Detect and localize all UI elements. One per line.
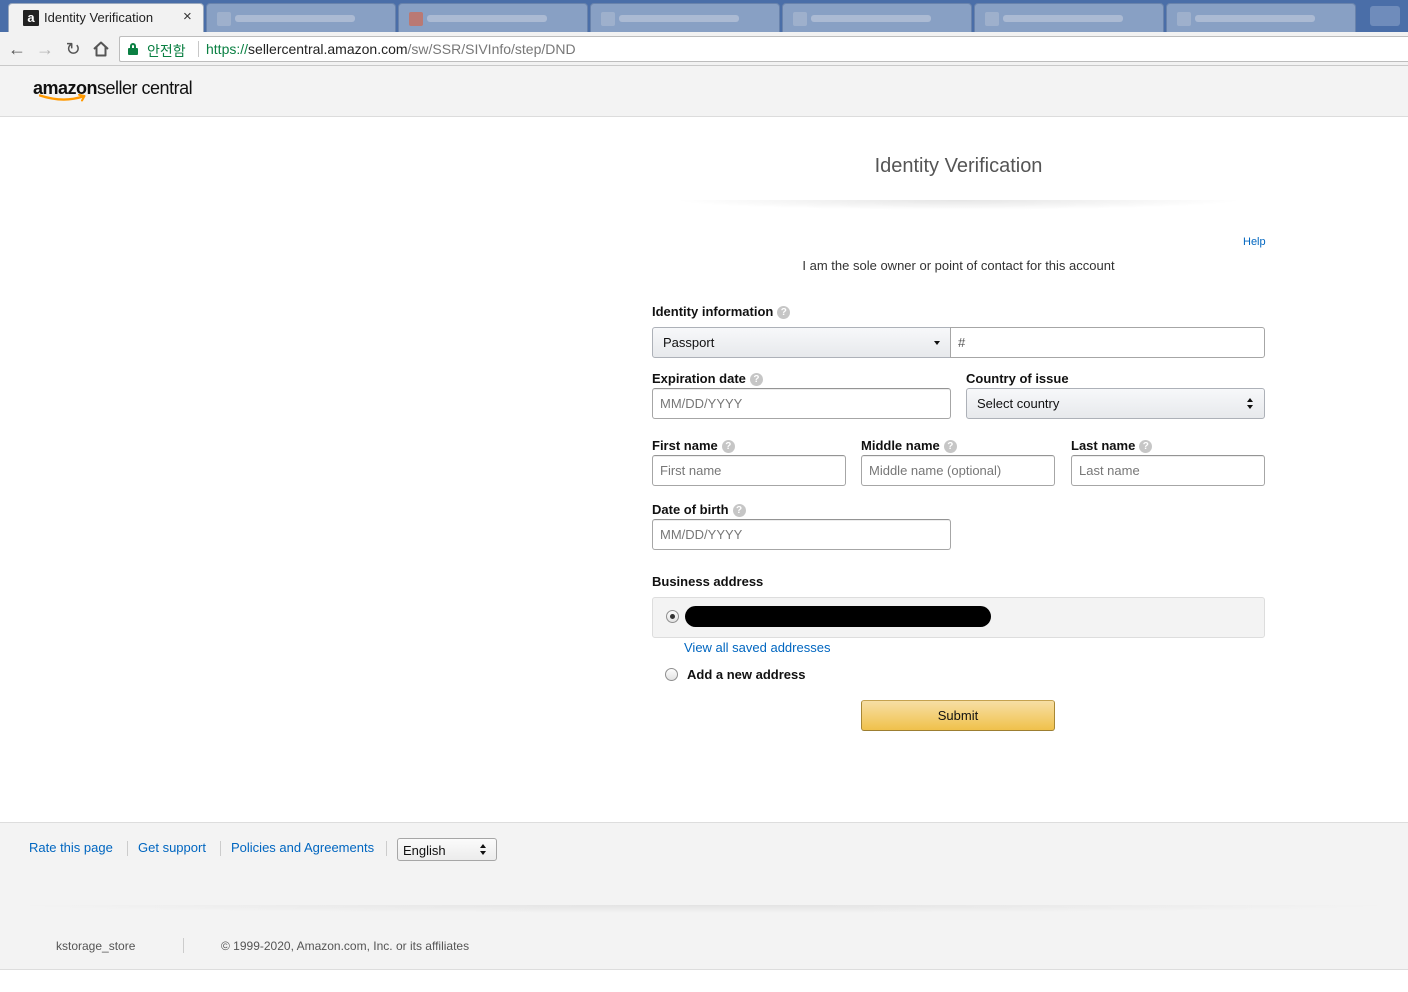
footer-separator bbox=[386, 841, 387, 856]
country-of-issue-select[interactable]: Select country bbox=[966, 388, 1265, 419]
back-arrow-icon[interactable]: ← bbox=[6, 38, 28, 60]
tab-title-blurred bbox=[235, 15, 355, 22]
select-arrows-icon bbox=[1247, 398, 1254, 410]
tab-title: Identity Verification bbox=[44, 10, 154, 25]
get-support-link[interactable]: Get support bbox=[138, 840, 206, 855]
browser-tab-strip: a Identity Verification × bbox=[0, 0, 1408, 32]
seller-central-header: amazonseller central bbox=[0, 66, 1408, 117]
lock-icon bbox=[128, 43, 138, 55]
add-new-address-radio[interactable] bbox=[665, 668, 678, 681]
first-name-text: First name bbox=[652, 438, 718, 453]
expiration-date-label: Expiration date? bbox=[652, 371, 763, 386]
redacted-address bbox=[685, 606, 991, 627]
date-of-birth-text: Date of birth bbox=[652, 502, 729, 517]
amazon-seller-central-logo[interactable]: amazonseller central bbox=[33, 78, 193, 102]
browser-tab-background[interactable] bbox=[1166, 3, 1356, 32]
tab-favicon-icon bbox=[793, 12, 807, 26]
help-circle-icon[interactable]: ? bbox=[732, 504, 746, 517]
url-text: https://sellercentral.amazon.com/sw/SSR/… bbox=[206, 41, 576, 57]
first-name-label: First name? bbox=[652, 438, 735, 453]
last-name-text: Last name bbox=[1071, 438, 1136, 453]
footer-divider bbox=[0, 905, 1408, 913]
tab-title-blurred bbox=[811, 15, 931, 22]
business-address-label: Business address bbox=[652, 574, 764, 589]
help-circle-icon[interactable]: ? bbox=[1139, 440, 1153, 453]
help-circle-icon[interactable]: ? bbox=[749, 373, 763, 386]
browser-tab-background[interactable] bbox=[398, 3, 588, 32]
tab-close-icon[interactable]: × bbox=[183, 8, 192, 25]
tab-title-blurred bbox=[1003, 15, 1123, 22]
page-subtitle: I am the sole owner or point of contact … bbox=[802, 258, 1115, 273]
view-all-saved-addresses-link[interactable]: View all saved addresses bbox=[684, 640, 830, 655]
browser-tab-background[interactable] bbox=[206, 3, 396, 32]
expiration-date-input[interactable] bbox=[652, 388, 951, 419]
title-divider bbox=[672, 200, 1245, 210]
language-select[interactable]: English bbox=[397, 838, 497, 861]
new-tab-button[interactable] bbox=[1370, 6, 1400, 26]
tab-title-blurred bbox=[1195, 15, 1315, 22]
help-circle-icon[interactable]: ? bbox=[721, 440, 735, 453]
reload-icon[interactable]: ↻ bbox=[62, 38, 84, 60]
browser-toolbar: ← → ↻ 안전함 https://sellercentral.amazon.c… bbox=[0, 32, 1408, 66]
amazon-smile-icon bbox=[39, 94, 86, 102]
amazon-favicon-icon: a bbox=[23, 10, 39, 26]
select-arrows-icon bbox=[480, 844, 487, 856]
first-name-input[interactable] bbox=[652, 455, 846, 486]
country-of-issue-label: Country of issue bbox=[966, 371, 1069, 386]
saved-address-radio[interactable] bbox=[666, 610, 679, 623]
browser-tab-background[interactable] bbox=[782, 3, 972, 32]
date-of-birth-label: Date of birth? bbox=[652, 502, 746, 517]
tab-favicon-icon bbox=[601, 12, 615, 26]
secure-label: 안전함 bbox=[147, 43, 186, 59]
middle-name-label: Middle name? bbox=[861, 438, 957, 453]
home-icon[interactable] bbox=[90, 38, 112, 60]
language-value: English bbox=[403, 843, 446, 858]
footer-separator bbox=[220, 841, 221, 856]
last-name-input[interactable] bbox=[1071, 455, 1265, 486]
rate-this-page-link[interactable]: Rate this page bbox=[29, 840, 113, 855]
url-path: /sw/SSR/SIVInfo/step/DND bbox=[407, 41, 576, 57]
last-name-label: Last name? bbox=[1071, 438, 1153, 453]
tab-favicon-icon bbox=[985, 12, 999, 26]
copyright-text: © 1999-2020, Amazon.com, Inc. or its aff… bbox=[221, 939, 470, 953]
middle-name-input[interactable] bbox=[861, 455, 1055, 486]
saved-address-option[interactable] bbox=[652, 597, 1265, 638]
middle-name-text: Middle name bbox=[861, 438, 940, 453]
submit-button[interactable]: Submit bbox=[861, 700, 1055, 731]
browser-tab-identity-verification[interactable]: a Identity Verification × bbox=[8, 3, 204, 32]
page-footer: Rate this page Get support Policies and … bbox=[0, 822, 1408, 970]
add-new-address-label[interactable]: Add a new address bbox=[687, 667, 805, 682]
tab-favicon-icon bbox=[1177, 12, 1191, 26]
footer-separator bbox=[127, 841, 128, 856]
document-type-select[interactable]: Passport bbox=[652, 327, 951, 358]
tab-favicon-icon bbox=[217, 12, 231, 26]
help-circle-icon[interactable]: ? bbox=[777, 306, 791, 319]
url-separator bbox=[198, 41, 199, 57]
url-host: sellercentral.amazon.com bbox=[248, 41, 408, 57]
chevron-down-icon bbox=[934, 341, 940, 345]
document-number-input[interactable] bbox=[950, 327, 1265, 358]
tab-title-blurred bbox=[427, 15, 547, 22]
country-of-issue-value: Select country bbox=[977, 396, 1060, 411]
document-type-value: Passport bbox=[663, 335, 715, 350]
help-circle-icon[interactable]: ? bbox=[943, 440, 957, 453]
date-of-birth-input[interactable] bbox=[652, 519, 951, 550]
browser-tab-background[interactable] bbox=[590, 3, 780, 32]
page-title: Identity Verification bbox=[874, 155, 1043, 177]
url-scheme: https:// bbox=[206, 41, 249, 57]
policies-and-agreements-link[interactable]: Policies and Agreements bbox=[231, 840, 374, 855]
identity-information-label: Identity information? bbox=[652, 304, 791, 319]
address-bar[interactable]: 안전함 https://sellercentral.amazon.com/sw/… bbox=[119, 36, 1408, 62]
expiration-date-text: Expiration date bbox=[652, 371, 746, 386]
logo-product: seller central bbox=[97, 78, 193, 98]
browser-tab-background[interactable] bbox=[974, 3, 1164, 32]
tab-title-blurred bbox=[619, 15, 739, 22]
footer-separator bbox=[183, 938, 184, 953]
help-link[interactable]: Help bbox=[1243, 236, 1266, 248]
identity-information-text: Identity information bbox=[652, 304, 774, 319]
forward-arrow-icon[interactable]: → bbox=[34, 38, 56, 60]
store-name: kstorage_store bbox=[56, 939, 136, 953]
tab-favicon-icon bbox=[409, 12, 423, 26]
